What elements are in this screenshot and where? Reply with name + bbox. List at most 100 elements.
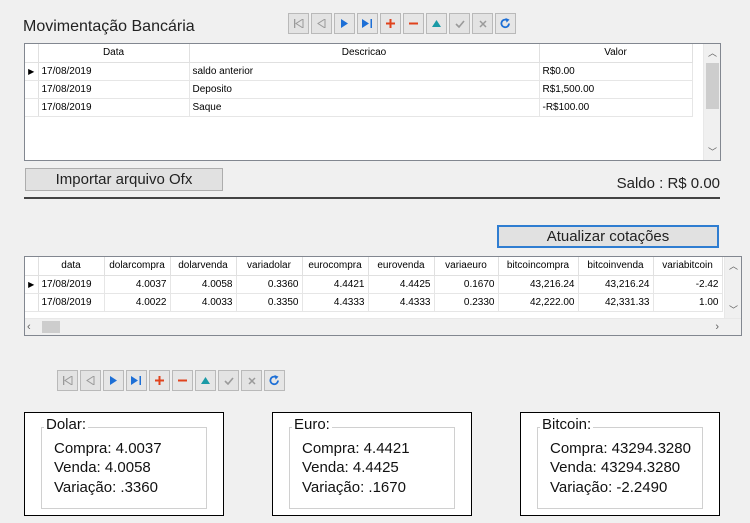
dolar-compra: Compra: 4.0037 [54, 440, 162, 457]
column-header[interactable]: variadolar [236, 257, 303, 276]
next-icon [341, 19, 348, 28]
scroll-up-icon[interactable]: ︿ [704, 46, 721, 59]
insert-record-button[interactable] [149, 370, 170, 391]
post-record-button[interactable] [218, 370, 239, 391]
scroll-down-icon[interactable]: ﹀ [725, 303, 741, 316]
column-header[interactable]: eurovenda [368, 257, 435, 276]
cell-descricao[interactable]: saldo anterior [189, 62, 540, 81]
delete-record-button[interactable] [403, 13, 424, 34]
cancel-record-button[interactable] [241, 370, 262, 391]
column-header[interactable]: Data [38, 44, 190, 63]
cell[interactable]: 42,331.33 [578, 293, 654, 312]
vertical-scrollbar[interactable]: ︿ ﹀ [724, 257, 741, 318]
cell[interactable]: -2.42 [653, 275, 723, 294]
vertical-scrollbar[interactable]: ︿ ﹀ [703, 44, 720, 160]
refresh-icon [500, 18, 510, 29]
row-indicator [25, 80, 39, 99]
edit-record-button[interactable] [426, 13, 447, 34]
cell[interactable]: 4.4425 [368, 275, 435, 294]
scroll-left-icon[interactable]: ‹ [27, 321, 31, 333]
cell-data[interactable]: 17/08/2019 [38, 62, 190, 81]
last-record-button[interactable] [126, 370, 147, 391]
refresh-button[interactable] [495, 13, 516, 34]
import-ofx-button[interactable]: Importar arquivo Ofx [25, 168, 223, 191]
cell-data[interactable]: 17/08/2019 [38, 80, 190, 99]
column-header[interactable]: bitcoinvenda [578, 257, 654, 276]
cell[interactable]: 4.4333 [302, 293, 369, 312]
cell-valor[interactable]: R$0.00 [539, 62, 693, 81]
saldo-label: Saldo : R$ 0.00 [616, 175, 720, 192]
cell[interactable]: 4.0022 [104, 293, 171, 312]
cell-valor[interactable]: -R$100.00 [539, 98, 693, 117]
cell[interactable]: 42,222.00 [498, 293, 579, 312]
refresh-button[interactable] [264, 370, 285, 391]
cell[interactable]: 0.3360 [236, 275, 303, 294]
bitcoin-panel: Bitcoin: Compra: 43294.3280 Venda: 43294… [520, 412, 720, 516]
cell[interactable]: 4.4421 [302, 275, 369, 294]
scrollbar-thumb[interactable] [706, 63, 719, 109]
scroll-right-icon[interactable]: › [715, 321, 719, 333]
cell-valor[interactable]: R$1,500.00 [539, 80, 693, 99]
delete-record-button[interactable] [172, 370, 193, 391]
next-record-button[interactable] [103, 370, 124, 391]
cell[interactable]: 1.00 [653, 293, 723, 312]
table-row[interactable]: 17/08/2019 4.0022 4.0033 0.3350 4.4333 4… [25, 293, 723, 312]
cell[interactable]: 0.1670 [434, 275, 499, 294]
first-record-button[interactable] [57, 370, 78, 391]
column-header[interactable]: dolarcompra [104, 257, 171, 276]
last-record-button[interactable] [357, 13, 378, 34]
first-icon [63, 376, 73, 385]
next-record-button[interactable] [334, 13, 355, 34]
column-header[interactable]: Descricao [189, 44, 540, 63]
cancel-icon [247, 376, 256, 385]
insert-record-button[interactable] [380, 13, 401, 34]
movimentacao-grid[interactable]: Data Descricao Valor ▶ 17/08/2019 saldo … [24, 43, 721, 161]
column-header[interactable]: Valor [539, 44, 693, 63]
bitcoin-venda: Venda: 43294.3280 [550, 459, 681, 476]
edit-icon [201, 377, 210, 384]
top-db-navigator [288, 13, 516, 34]
euro-venda: Venda: 4.4425 [302, 459, 399, 476]
cell[interactable]: 0.3350 [236, 293, 303, 312]
horizontal-scrollbar[interactable]: ‹ › [25, 318, 741, 335]
euro-compra: Compra: 4.4421 [302, 440, 410, 457]
table-row[interactable]: ▶ 17/08/2019 saldo anterior R$0.00 [25, 62, 693, 81]
cell[interactable]: 17/08/2019 [38, 275, 105, 294]
cell[interactable]: 43,216.24 [498, 275, 579, 294]
scroll-up-icon[interactable]: ︿ [725, 259, 741, 272]
cell[interactable]: 4.0058 [170, 275, 237, 294]
table-row[interactable]: 17/08/2019 Saque -R$100.00 [25, 98, 693, 117]
prior-record-button[interactable] [311, 13, 332, 34]
table-row[interactable]: ▶ 17/08/2019 4.0037 4.0058 0.3360 4.4421… [25, 275, 723, 294]
column-header[interactable]: variaeuro [434, 257, 499, 276]
cotacoes-grid[interactable]: data dolarcompra dolarvenda variadolar e… [24, 256, 742, 336]
cell[interactable]: 4.0033 [170, 293, 237, 312]
cell-descricao[interactable]: Saque [189, 98, 540, 117]
table-row[interactable]: 17/08/2019 Deposito R$1,500.00 [25, 80, 693, 99]
scroll-down-icon[interactable]: ﹀ [704, 145, 721, 158]
column-header[interactable]: dolarvenda [170, 257, 237, 276]
column-header[interactable]: data [38, 257, 105, 276]
column-header[interactable]: eurocompra [302, 257, 369, 276]
prior-record-button[interactable] [80, 370, 101, 391]
cell[interactable]: 4.0037 [104, 275, 171, 294]
post-record-button[interactable] [449, 13, 470, 34]
edit-record-button[interactable] [195, 370, 216, 391]
cell-data[interactable]: 17/08/2019 [38, 98, 190, 117]
cell[interactable]: 43,216.24 [578, 275, 654, 294]
bitcoin-compra: Compra: 43294.3280 [550, 440, 691, 457]
column-header[interactable]: bitcoincompra [498, 257, 579, 276]
update-quotes-button[interactable]: Atualizar cotações [497, 225, 719, 248]
post-icon [223, 376, 234, 385]
cell[interactable]: 17/08/2019 [38, 293, 105, 312]
cell[interactable]: 4.4333 [368, 293, 435, 312]
grid-header-row: Data Descricao Valor [25, 44, 693, 63]
cell-descricao[interactable]: Deposito [189, 80, 540, 99]
row-indicator [25, 98, 39, 117]
cancel-record-button[interactable] [472, 13, 493, 34]
column-header[interactable]: variabitcoin [653, 257, 723, 276]
scrollbar-thumb[interactable] [42, 321, 60, 333]
window-title: Movimentação Bancária [23, 18, 195, 35]
cell[interactable]: 0.2330 [434, 293, 499, 312]
first-record-button[interactable] [288, 13, 309, 34]
